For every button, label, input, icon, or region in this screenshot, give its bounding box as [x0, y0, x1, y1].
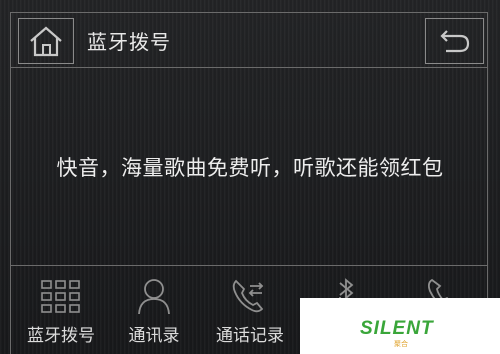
contacts-icon [138, 279, 170, 315]
tab-label-dial: 蓝牙拨号 [27, 326, 95, 346]
page-title: 蓝牙拨号 [87, 30, 171, 54]
tab-label-contacts: 通讯录 [128, 326, 180, 346]
bluetooth-dial-screen: 蓝牙拨号 快音，海量歌曲免费听，听歌还能领红包 蓝牙拨号 通讯录 通话记录 SI… [0, 0, 500, 354]
tab-bar-divider [10, 265, 488, 266]
tab-bluetooth-dial[interactable]: 蓝牙拨号 [22, 275, 100, 350]
top-bar [10, 12, 488, 68]
tab-label-call-log: 通话记录 [216, 326, 284, 346]
dialpad-icon [41, 280, 80, 313]
promo-message: 快音，海量歌曲免费听，听歌还能领红包 [56, 156, 444, 180]
back-icon [439, 30, 469, 53]
watermark-subtext: 聚合 [394, 340, 408, 348]
home-icon [30, 26, 62, 57]
tab-contacts[interactable]: 通讯录 [122, 275, 186, 350]
call-log-icon [232, 279, 264, 313]
watermark-logo: SILENT [360, 318, 434, 339]
home-button[interactable] [18, 18, 74, 64]
back-button[interactable] [425, 18, 484, 64]
tab-call-log[interactable]: 通话记录 [210, 275, 290, 350]
